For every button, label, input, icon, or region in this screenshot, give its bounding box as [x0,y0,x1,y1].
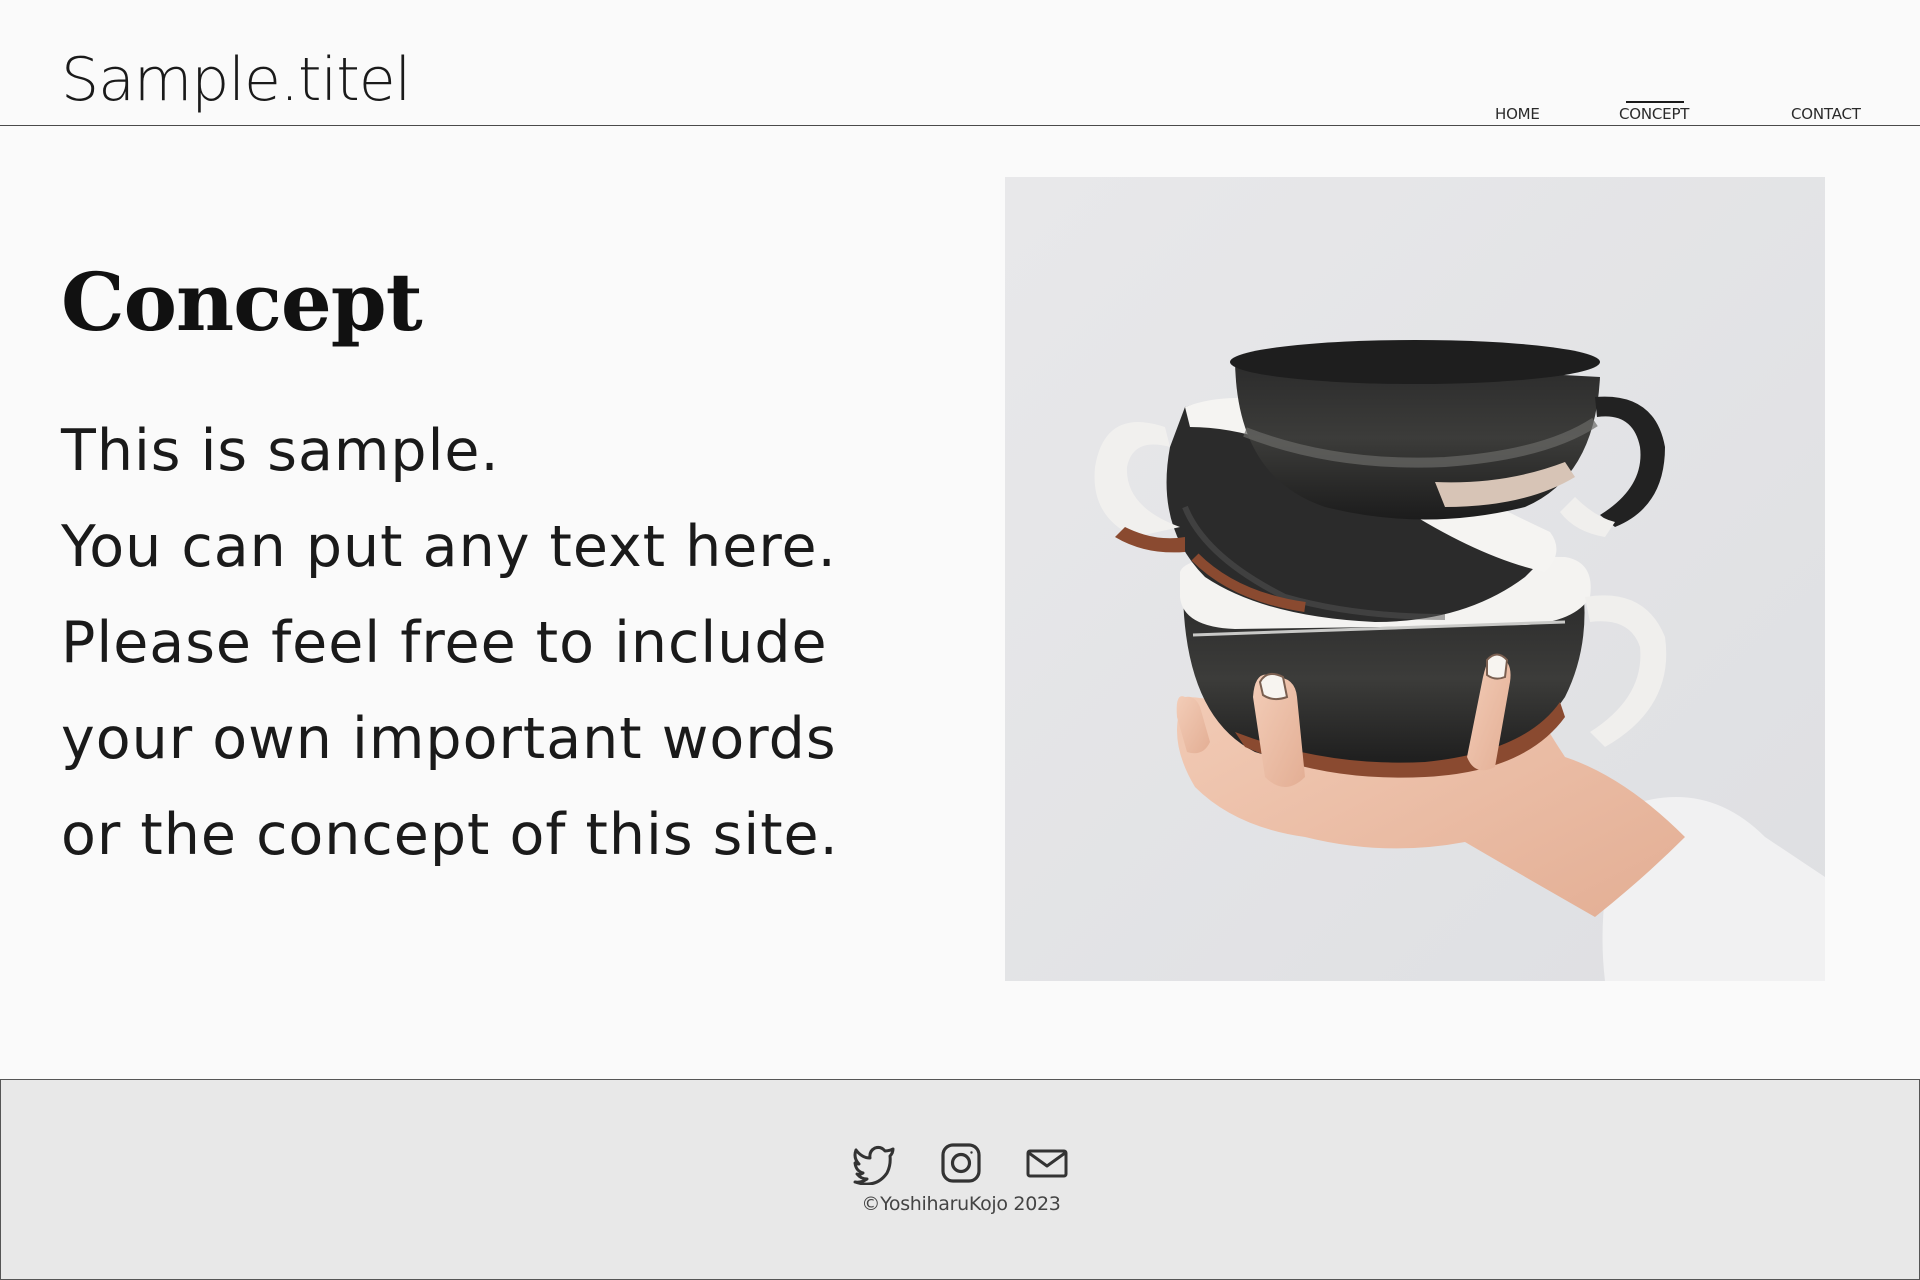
concept-text-line: You can put any text here. [61,514,837,580]
copyright-text: ©YoshiharuKojo 2023 [861,1193,1061,1215]
nav-contact-link[interactable]: CONTACT [1791,107,1861,122]
concept-text: This is sample. You can put any text her… [61,403,839,883]
page: Sample.titel HOME CONCEPT CONTACT Concep… [0,0,1920,1280]
nav-home-link[interactable]: HOME [1495,107,1540,122]
site-title[interactable]: Sample.titel [61,50,411,110]
site-footer: ©YoshiharuKojo 2023 [0,1079,1920,1280]
concept-heading: Concept [61,255,423,349]
concept-text-line: This is sample. [61,418,500,484]
instagram-icon[interactable] [939,1141,983,1185]
nav-concept-link[interactable]: CONCEPT [1619,107,1689,122]
site-header: Sample.titel HOME CONCEPT CONTACT [0,0,1920,126]
concept-text-line: your own important words [61,706,837,772]
nav-active-indicator [1626,101,1684,103]
mail-icon[interactable] [1025,1141,1069,1185]
twitter-icon[interactable] [852,1141,896,1186]
concept-text-line: or the concept of this site. [61,802,839,868]
ceramic-cups-photo [1005,177,1825,981]
concept-text-line: Please feel free to include [61,610,828,676]
